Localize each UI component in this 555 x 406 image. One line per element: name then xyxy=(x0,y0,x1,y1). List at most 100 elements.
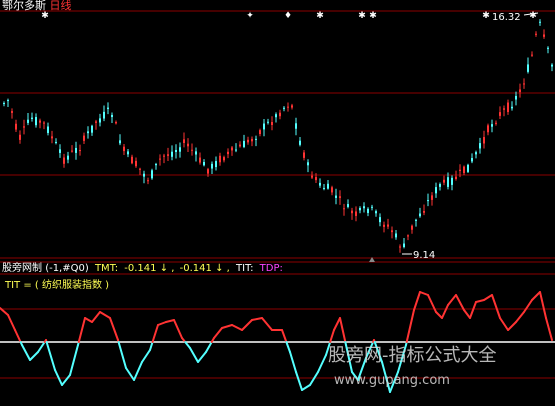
indicator-segment xyxy=(45,341,56,371)
high-price-label: 16.32 xyxy=(492,12,521,23)
candle-body xyxy=(219,155,221,163)
indicator-segment xyxy=(184,341,191,349)
candle-body xyxy=(215,161,217,168)
candlestick-series xyxy=(3,19,553,253)
indicator-segment xyxy=(241,319,253,331)
candle-body xyxy=(363,206,365,209)
candle-body xyxy=(479,143,481,149)
candle-body xyxy=(311,175,313,178)
candle-body xyxy=(447,177,449,187)
candle-body xyxy=(443,179,445,183)
signal-mark: ✦ xyxy=(246,11,254,21)
candle-body xyxy=(375,211,377,214)
indicator-segment xyxy=(189,347,199,363)
candle-body xyxy=(535,33,537,35)
candle-body xyxy=(255,138,257,140)
signal-mark: ✱ xyxy=(358,11,366,21)
candle-body xyxy=(103,111,105,119)
candle-body xyxy=(199,157,201,163)
indicator-segment xyxy=(441,304,449,319)
indicator-segment xyxy=(475,299,485,303)
indicator-segment xyxy=(213,327,223,339)
candle-body xyxy=(319,182,321,186)
candle-body xyxy=(527,64,529,72)
indicator-header: 股旁网制 (-1,#Q0) TMT: -0.141 ↓ , -0.141 ↓ ,… xyxy=(2,261,283,274)
candle-body xyxy=(7,100,9,102)
indicator-segment xyxy=(523,299,533,313)
indicator-segment xyxy=(149,341,154,351)
candle-body xyxy=(411,225,413,230)
candle-body xyxy=(367,208,369,213)
candle-body xyxy=(315,177,317,181)
tmt-value: -0.141 xyxy=(124,263,156,274)
candle-body xyxy=(187,143,189,147)
candle-body xyxy=(427,200,429,202)
candle-body xyxy=(251,138,253,142)
candle-body xyxy=(247,139,249,143)
candle-body xyxy=(3,103,5,105)
candle-body xyxy=(135,160,137,167)
indicator-segment xyxy=(37,341,46,353)
indicator-segment xyxy=(197,351,207,363)
candle-body xyxy=(351,210,353,214)
candle-body xyxy=(223,157,225,161)
candle-body xyxy=(395,233,397,238)
candle-body xyxy=(423,211,425,213)
candle-body xyxy=(179,147,181,152)
candle-body xyxy=(99,118,101,123)
candle-body xyxy=(415,219,417,221)
candle-body xyxy=(151,170,153,179)
candle-body xyxy=(95,121,97,123)
candle-body xyxy=(295,123,297,129)
indicator-segment xyxy=(447,294,457,306)
candle-body xyxy=(539,21,541,23)
candle-body xyxy=(119,140,121,144)
candle-body xyxy=(279,112,281,117)
indicator-segment xyxy=(539,291,547,319)
candle-body xyxy=(15,123,17,130)
indicator-params: (-1,#Q0) xyxy=(45,263,89,274)
candle-body xyxy=(419,213,421,217)
indicator-segment xyxy=(221,324,233,329)
chart-window: ✱ ✦ ♦ ✱ ✱ ✱ ✱ ✱ 16.32 9.14 鄂尔多斯 日线 股旁网制 (-1,#Q0… xyxy=(0,0,555,406)
indicator-segment xyxy=(413,291,421,311)
candle-body xyxy=(467,164,469,172)
candle-body xyxy=(115,122,117,124)
tmt-label: TMT: xyxy=(94,263,118,274)
candle-body xyxy=(335,195,337,198)
candle-body xyxy=(483,137,485,144)
candle-body xyxy=(227,151,229,155)
indicator-segment xyxy=(69,344,79,376)
indicator-segment xyxy=(165,319,175,323)
candle-body xyxy=(327,183,329,189)
candle-body xyxy=(239,144,241,147)
candle-body xyxy=(359,207,361,211)
candle-body xyxy=(71,150,73,152)
candle-body xyxy=(355,211,357,216)
chart-period: 日线 xyxy=(50,0,72,12)
candle-body xyxy=(547,47,549,49)
chart-canvas: ✱ ✦ ♦ ✱ ✱ ✱ ✱ ✱ 16.32 9.14 鄂尔多斯 日线 股旁网制 (-1,#Q0… xyxy=(0,0,555,393)
candle-body xyxy=(379,217,381,223)
candle-body xyxy=(191,149,193,151)
candle-body xyxy=(43,122,45,124)
indicator-segment xyxy=(499,317,509,331)
indicator-segment xyxy=(173,319,183,339)
candle-body xyxy=(267,121,269,123)
indicator-segment xyxy=(77,317,86,343)
candle-body xyxy=(67,155,69,160)
candle-body xyxy=(531,54,533,56)
candle-body xyxy=(203,162,205,166)
candle-body xyxy=(27,119,29,123)
indicator-segment xyxy=(141,349,151,363)
tit-label: TIT: xyxy=(235,263,253,274)
candle-body xyxy=(47,126,49,133)
candle-body xyxy=(35,117,37,126)
indicator-segment xyxy=(21,344,31,361)
candle-body xyxy=(287,106,289,108)
formula-text: TIT = ( 纺织服装指数 ) xyxy=(4,278,109,291)
candle-body xyxy=(431,195,433,200)
candle-body xyxy=(323,187,325,189)
candle-body xyxy=(275,114,277,118)
tdp-label: TDP: xyxy=(259,263,283,274)
